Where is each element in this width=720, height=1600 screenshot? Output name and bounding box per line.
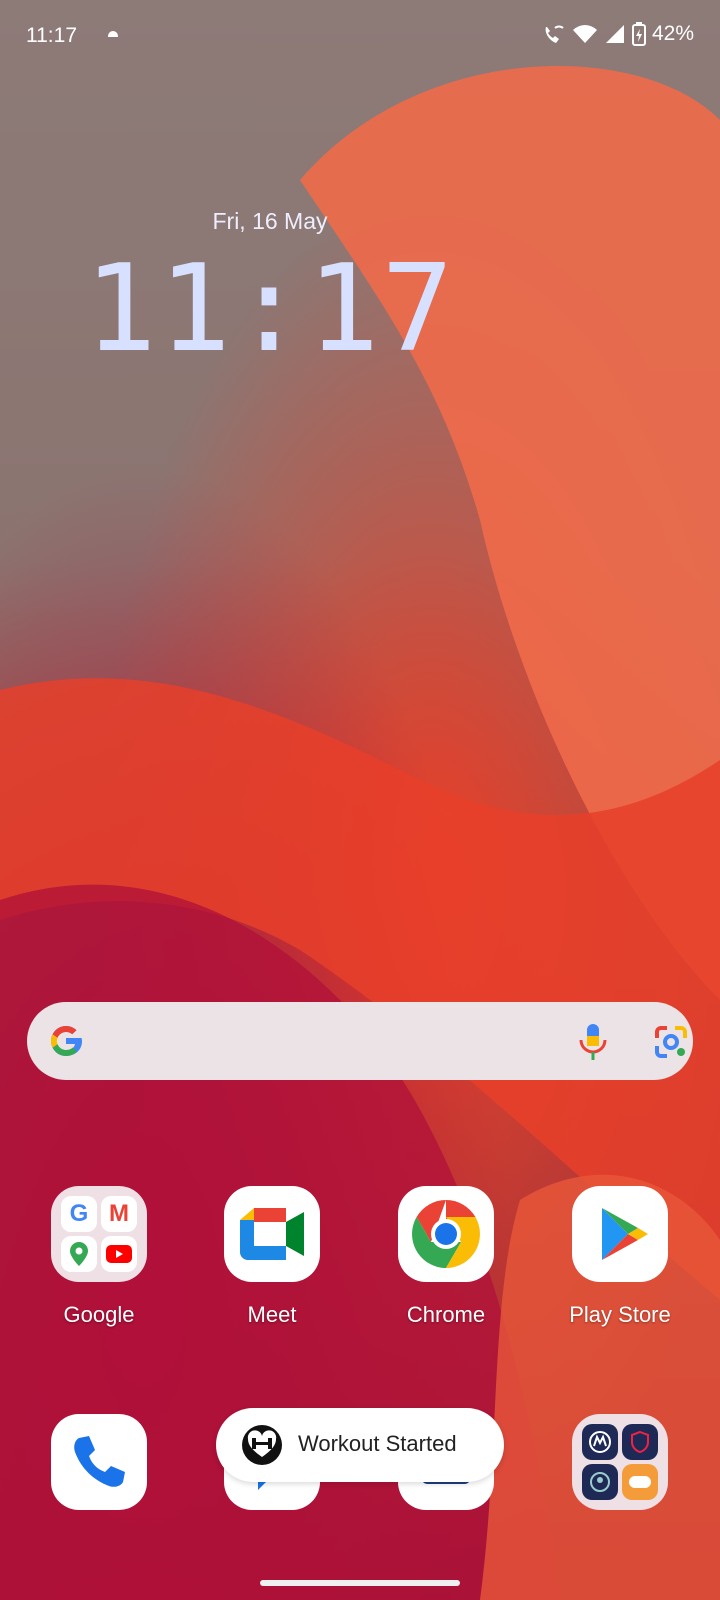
app-label: Chrome [406,1302,486,1327]
youtube-mini-icon [101,1236,137,1272]
wifi-icon [572,25,597,43]
battery-icon [631,22,646,46]
clock-date[interactable]: Fri, 16 May [0,208,540,235]
google-search-bar[interactable] [27,1002,693,1080]
gesture-handle[interactable] [260,1580,460,1586]
moto-folder-icon [572,1414,668,1510]
google-folder-icon: G M [51,1186,147,1282]
account-mini-icon [582,1464,618,1500]
status-bar: 11:17 42% [0,22,720,52]
workout-toast: Workout Started [216,1408,504,1482]
dock-moto-folder[interactable] [550,1414,690,1510]
app-label: Meet [247,1302,297,1327]
app-meet[interactable]: Meet [202,1186,342,1328]
phone-icon [51,1414,147,1510]
chrome-icon [398,1186,494,1282]
meet-icon [224,1186,320,1282]
app-google-folder[interactable]: G M Google [29,1186,169,1328]
gmail-mini-icon: M [101,1196,137,1232]
status-time: 11:17 [26,24,77,47]
app-label: Play Store [569,1302,671,1327]
google-lens-icon[interactable] [653,1024,689,1060]
voice-search-icon[interactable] [575,1022,611,1062]
dumbbell-heart-icon [242,1425,282,1465]
app-label: Google [63,1302,135,1327]
app-chrome[interactable]: Chrome [376,1186,516,1328]
signal-icon [605,25,624,43]
maps-mini-icon [61,1236,97,1272]
play-store-icon [572,1186,668,1282]
clock-time[interactable]: 11:17 [0,240,540,379]
battery-percent: 42% [651,22,694,45]
status-icons: 42% [542,22,694,46]
home-screen: 11:17 42% Fri, 16 May 11:17 G M Google M… [0,0,720,1600]
google-mini-icon: G [61,1196,97,1232]
dock-phone[interactable] [29,1414,169,1510]
toast-text: Workout Started [298,1431,457,1456]
shield-mini-icon [622,1424,658,1460]
gamepad-mini-icon [622,1464,658,1500]
wifi-calling-icon [545,25,564,43]
moto-mini-icon [582,1424,618,1460]
weather-icon [108,31,118,37]
app-play-store[interactable]: Play Store [550,1186,690,1328]
google-g-icon [51,1026,82,1056]
